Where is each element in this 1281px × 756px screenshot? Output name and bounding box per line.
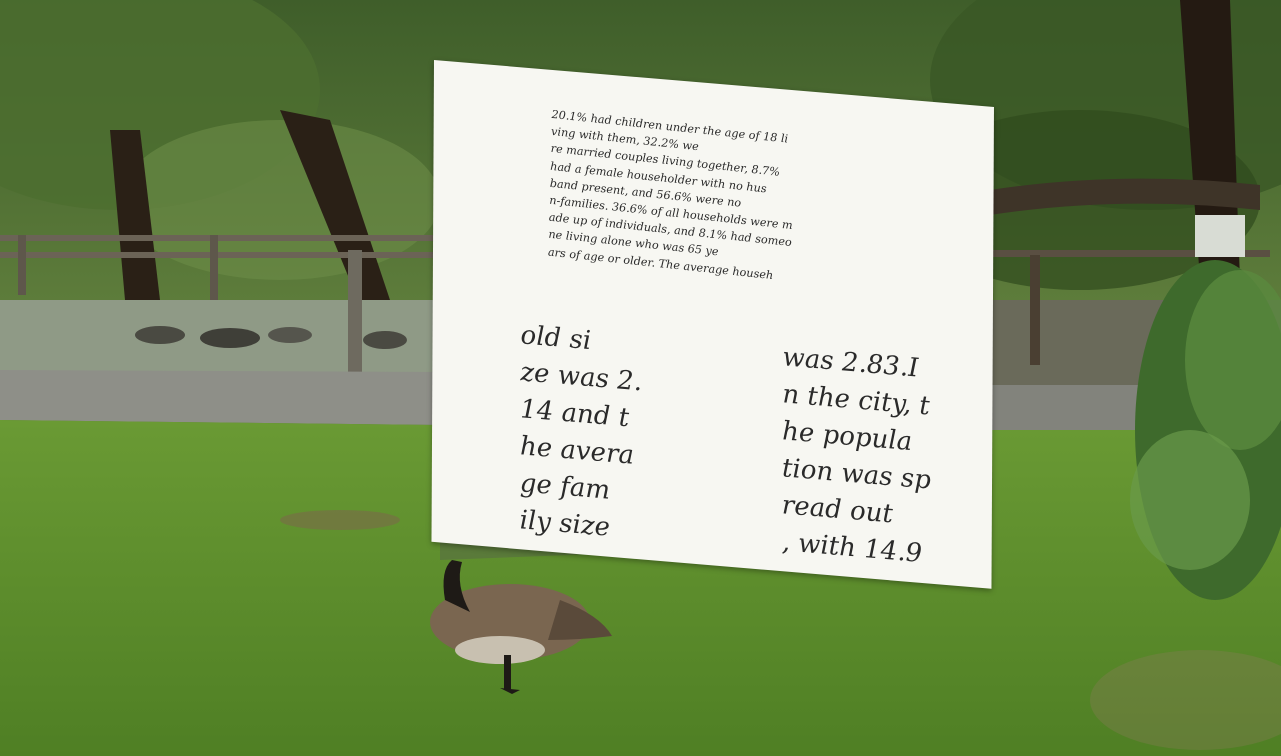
fence-rail [0, 235, 440, 241]
card-paragraph: 20.1% had children under the age of 18 l… [548, 106, 822, 289]
fence-rail [0, 252, 440, 258]
walking-path [0, 370, 440, 425]
card-column-left: old si ze was 2. 14 and t he avera ge fa… [520, 317, 643, 549]
text-card: 20.1% had children under the age of 18 l… [431, 60, 994, 589]
card-column-right: was 2.83.I n the city, t he popula tion … [782, 339, 932, 573]
